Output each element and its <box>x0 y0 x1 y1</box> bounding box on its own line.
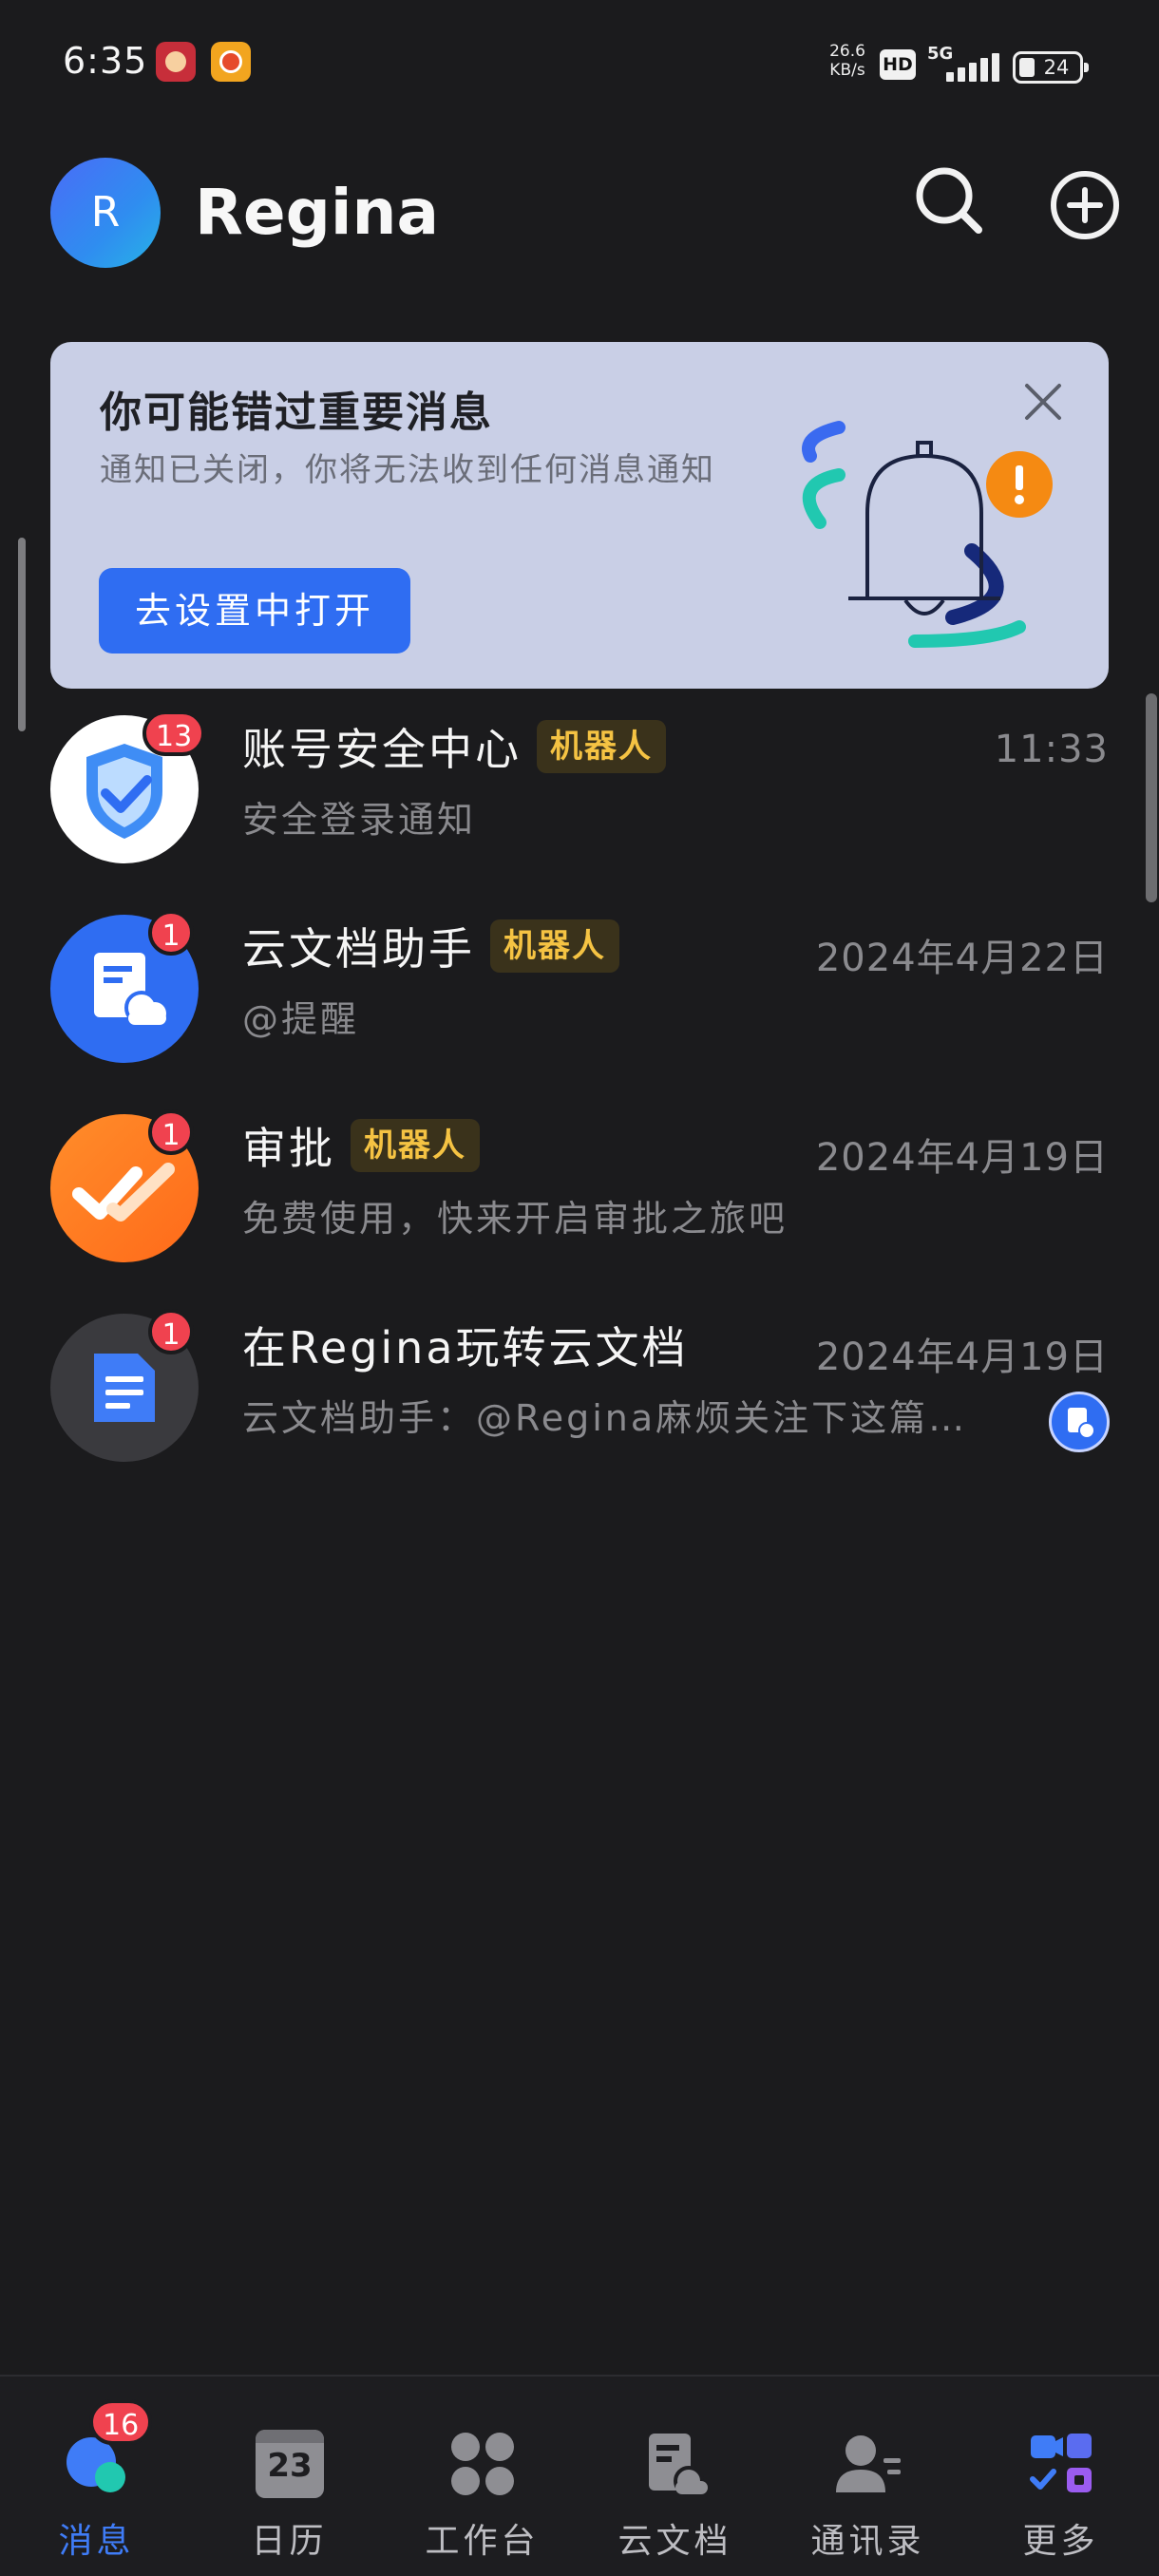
robot-tag: 机器人 <box>490 919 619 973</box>
user-avatar[interactable]: R <box>50 158 161 268</box>
calendar-date: 23 <box>267 2447 313 2485</box>
chat-preview: @提醒 <box>242 998 360 1040</box>
chat-item-account-security[interactable]: 13 账号安全中心 机器人 11:33 安全登录通知 <box>0 691 1159 881</box>
messages-badge: 16 <box>89 2399 153 2445</box>
unread-badge: 13 <box>142 710 206 756</box>
nav-label: 通讯录 <box>810 2522 925 2561</box>
nav-docs[interactable]: 云文档 <box>579 2377 771 2576</box>
signal-icon <box>929 53 999 82</box>
nav-label: 更多 <box>1022 2522 1099 2561</box>
chat-time: 2024年4月19日 <box>815 1136 1109 1180</box>
notification-disabled-banner: 你可能错过重要消息 通知已关闭，你将无法收到任何消息通知 去设置中打开 <box>50 342 1109 689</box>
chat-time: 2024年4月19日 <box>815 1335 1109 1379</box>
chat-time: 11:33 <box>994 728 1109 771</box>
add-button[interactable] <box>1045 165 1125 245</box>
chat-preview: 云文档助手：@Regina麻烦关注下这篇… <box>242 1397 968 1439</box>
notification-app-icon <box>156 42 196 82</box>
status-time: 6:35 <box>63 40 148 82</box>
chat-item-docs-assistant[interactable]: 1 云文档助手 机器人 2024年4月22日 @提醒 <box>0 891 1159 1081</box>
robot-tag: 机器人 <box>537 720 666 773</box>
chat-title: 账号安全中心 机器人 <box>242 720 666 779</box>
battery-icon: 24 <box>1013 51 1089 84</box>
nav-workspace[interactable]: 工作台 <box>386 2377 579 2576</box>
nav-label: 云文档 <box>618 2522 732 2561</box>
chat-title: 审批 机器人 <box>242 1119 480 1178</box>
nav-more[interactable]: 更多 <box>964 2377 1157 2576</box>
search-icon <box>916 167 982 234</box>
unread-badge: 1 <box>148 910 194 956</box>
calendar-icon: 23 <box>256 2430 324 2498</box>
chat-item-docs-tutorial[interactable]: 1 在Regina玩转云文档 2024年4月19日 云文档助手：@Regina麻… <box>0 1290 1159 1480</box>
nav-messages[interactable]: 16 消息 <box>0 2377 193 2576</box>
chat-preview: 安全登录通知 <box>242 799 477 841</box>
bottom-navigation: 16 消息 23 日历 工作台 云文档 通讯录 更多 <box>0 2375 1159 2576</box>
plus-circle-icon <box>1051 171 1119 239</box>
chat-preview: 免费使用，快来开启审批之旅吧 <box>242 1198 788 1240</box>
more-apps-icon <box>1030 2434 1092 2492</box>
open-settings-button[interactable]: 去设置中打开 <box>99 568 410 653</box>
network-speed: 26.6 KB/s <box>829 42 865 80</box>
notification-app-icon <box>211 42 251 82</box>
chat-title: 云文档助手 机器人 <box>242 919 619 978</box>
status-bar: 6:35 26.6 KB/s HD 5G 24 <box>0 0 1159 133</box>
cloud-doc-icon <box>1068 1408 1095 1439</box>
chat-title: 在Regina玩转云文档 <box>242 1322 689 1373</box>
banner-title: 你可能错过重要消息 <box>100 388 493 437</box>
unread-badge: 1 <box>148 1309 194 1354</box>
hd-icon: HD <box>880 49 916 80</box>
nav-label: 工作台 <box>425 2522 540 2561</box>
username-title: Regina <box>195 176 439 249</box>
unread-badge: 1 <box>148 1109 194 1155</box>
banner-description: 通知已关闭，你将无法收到任何消息通知 <box>100 451 715 489</box>
battery-level: 24 <box>1043 56 1070 79</box>
bell-alert-illustration <box>802 421 1053 648</box>
nav-contacts[interactable]: 通讯录 <box>771 2377 964 2576</box>
docs-assistant-mini-icon <box>1049 1392 1110 1452</box>
robot-tag: 机器人 <box>351 1119 480 1172</box>
grid-icon <box>451 2433 514 2495</box>
chat-item-approval[interactable]: 1 审批 机器人 2024年4月19日 免费使用，快来开启审批之旅吧 <box>0 1090 1159 1280</box>
contacts-icon <box>836 2435 901 2492</box>
nav-label: 日历 <box>251 2522 328 2561</box>
nav-calendar[interactable]: 23 日历 <box>193 2377 386 2576</box>
chat-time: 2024年4月22日 <box>815 937 1109 980</box>
nav-label: 消息 <box>58 2522 135 2561</box>
search-button[interactable] <box>910 161 990 241</box>
cloud-doc-icon <box>649 2434 708 2496</box>
